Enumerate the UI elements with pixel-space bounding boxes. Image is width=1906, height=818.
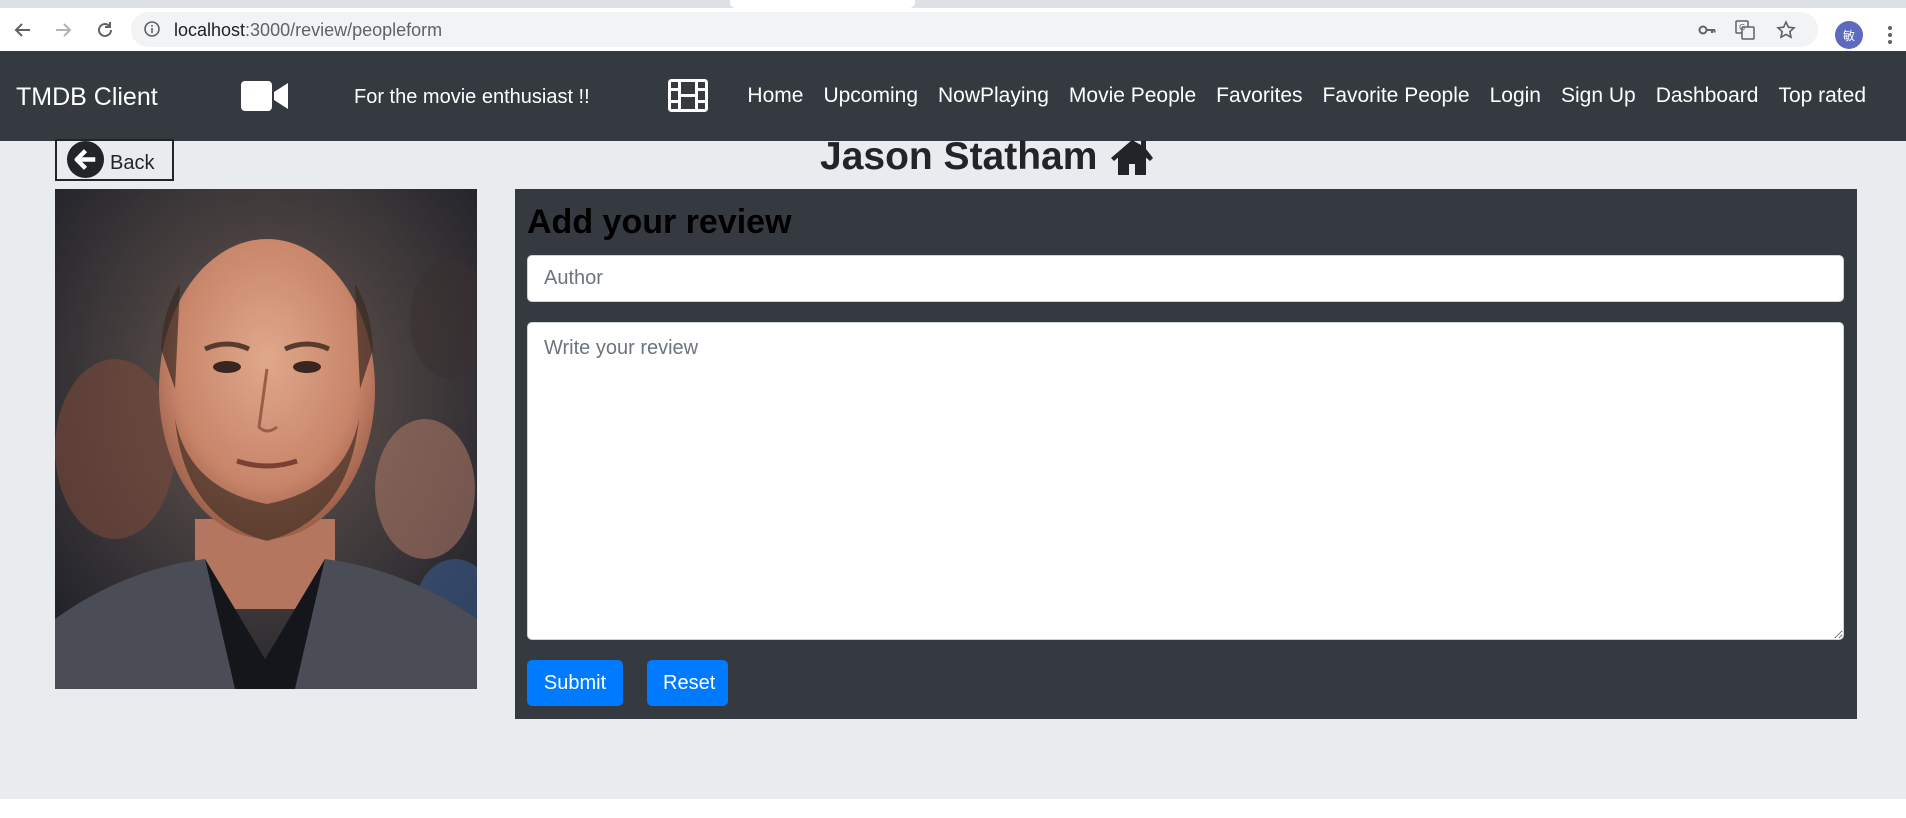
person-name: Jason Statham xyxy=(820,135,1098,178)
back-arrow-icon[interactable] xyxy=(6,13,40,47)
bookmark-star-icon[interactable] xyxy=(1776,20,1796,40)
app-navbar: TMDB Client For the movie enthusiast !! … xyxy=(0,51,1906,141)
author-input[interactable] xyxy=(527,255,1844,302)
nav-link-favorites[interactable]: Favorites xyxy=(1216,84,1302,108)
nav-link-nowplaying[interactable]: NowPlaying xyxy=(938,84,1049,108)
nav-link-sign-up[interactable]: Sign Up xyxy=(1561,84,1636,108)
review-form-panel: Add your review Submit Reset xyxy=(515,189,1857,719)
nav-link-login[interactable]: Login xyxy=(1490,84,1541,108)
page-bottom-area xyxy=(0,799,1906,818)
back-button[interactable]: Back xyxy=(55,139,174,181)
person-photo xyxy=(55,189,477,689)
nav-link-dashboard[interactable]: Dashboard xyxy=(1656,84,1759,108)
reset-button[interactable]: Reset xyxy=(647,660,728,706)
translate-icon[interactable]: G xyxy=(1735,20,1755,40)
address-bar[interactable]: localhost:3000/review/peopleform G xyxy=(131,12,1818,47)
navbar-tagline: For the movie enthusiast !! xyxy=(354,86,590,108)
nav-link-top-rated[interactable]: Top rated xyxy=(1778,84,1866,108)
review-form-heading: Add your review xyxy=(527,203,792,241)
submit-button[interactable]: Submit xyxy=(527,660,623,706)
nav-link-upcoming[interactable]: Upcoming xyxy=(823,84,918,108)
nav-link-movie-people[interactable]: Movie People xyxy=(1069,84,1196,108)
home-icon[interactable] xyxy=(1109,137,1155,177)
arrow-left-circle-icon xyxy=(66,140,105,179)
nav-links: Home Upcoming NowPlaying Movie People Fa… xyxy=(747,84,1866,108)
site-info-icon[interactable] xyxy=(143,20,161,38)
profile-avatar[interactable]: 敏 xyxy=(1835,21,1863,49)
main-content: Back Jason Statham Add your review Autho… xyxy=(0,135,1906,799)
browser-toolbar: localhost:3000/review/peopleform G 敏 xyxy=(0,8,1906,51)
reload-icon[interactable] xyxy=(88,13,122,47)
video-camera-icon xyxy=(241,81,288,111)
browser-tab-strip xyxy=(0,0,1906,8)
browser-menu-icon[interactable] xyxy=(1880,21,1900,49)
svg-text:G: G xyxy=(1739,23,1745,32)
review-textarea[interactable] xyxy=(527,322,1844,640)
browser-active-tab[interactable] xyxy=(730,0,915,8)
nav-link-favorite-people[interactable]: Favorite People xyxy=(1323,84,1470,108)
film-icon xyxy=(668,79,708,112)
url-text: localhost:3000/review/peopleform xyxy=(174,20,443,40)
nav-link-home[interactable]: Home xyxy=(747,84,803,108)
forward-arrow-icon[interactable] xyxy=(46,13,80,47)
page-title: Jason Statham xyxy=(820,135,1155,179)
back-label: Back xyxy=(110,152,155,174)
brand-link[interactable]: TMDB Client xyxy=(16,83,158,112)
key-icon[interactable] xyxy=(1697,20,1717,40)
